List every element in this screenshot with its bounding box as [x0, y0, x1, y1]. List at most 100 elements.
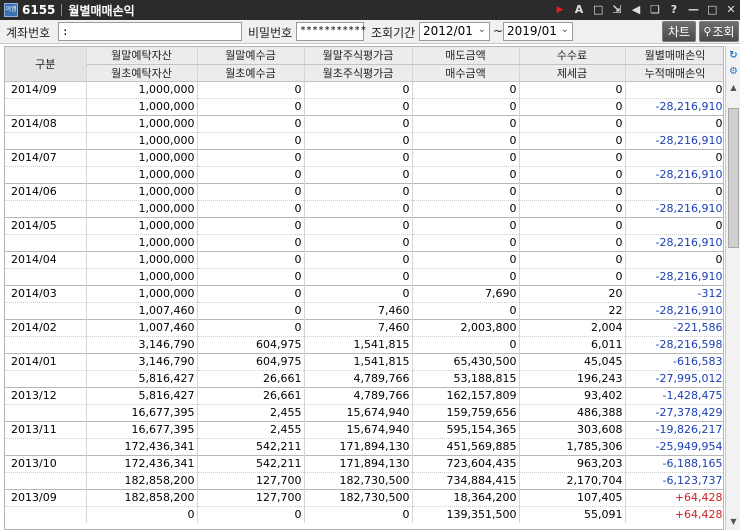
close-icon[interactable]: ✕ — [726, 0, 736, 20]
period-cell — [5, 301, 87, 319]
value-cell: 3,146,790 — [86, 335, 198, 353]
value-cell: 0 — [412, 233, 520, 251]
header-cell[interactable]: 누적매매손익 — [625, 64, 723, 82]
header-cell[interactable]: 매수금액 — [412, 64, 520, 82]
table-row[interactable]: 1,000,000 0 0 0 0 -28,216,910 — [5, 267, 723, 285]
period-cell: 2014/02 — [5, 318, 87, 336]
header-cell[interactable]: 월말예탁자산 — [86, 47, 198, 65]
vertical-scrollbar[interactable]: ↻ ⚙ ▲ ▼ — [725, 46, 740, 530]
header-cell[interactable]: 월별매매손익 — [625, 47, 723, 65]
value-cell: 53,188,815 — [412, 369, 520, 387]
value-cell: 1,000,000 — [86, 80, 198, 98]
header-cell[interactable]: 월초예탁자산 — [86, 64, 198, 82]
table-row[interactable]: 1,000,000 0 0 0 0 -28,216,910 — [5, 97, 723, 115]
pnl-cell: 0 — [625, 148, 723, 166]
value-cell: 1,541,815 — [304, 352, 413, 370]
table-row[interactable]: 2014/08 1,000,000 0 0 0 0 0 — [5, 114, 723, 132]
table-row[interactable]: 2014/03 1,000,000 0 0 7,690 20 -312 — [5, 284, 723, 302]
minimize-icon[interactable]: — — [688, 0, 699, 20]
period-cell — [5, 471, 87, 489]
refresh-icon[interactable]: ↻ — [727, 49, 740, 62]
account-label: 계좌번호 — [6, 26, 51, 40]
table-row[interactable]: 172,436,341 542,211 171,894,130 451,569,885… — [5, 437, 723, 455]
header-cell[interactable]: 월말예수금 — [197, 47, 305, 65]
header-cell[interactable]: 월초주식평가금 — [304, 64, 413, 82]
table-row[interactable]: 2014/04 1,000,000 0 0 0 0 0 — [5, 250, 723, 268]
first-icon[interactable]: ◀ — [631, 0, 641, 20]
value-cell: 159,759,656 — [412, 403, 520, 421]
scroll-up-icon[interactable]: ▲ — [727, 81, 740, 94]
play-icon[interactable]: ▶ — [555, 0, 565, 20]
font-icon[interactable]: A — [574, 0, 584, 20]
value-cell: 127,700 — [197, 488, 305, 506]
query-button[interactable]: ⚲ 조회 — [699, 21, 739, 42]
table-row[interactable]: 2014/09 1,000,000 0 0 0 0 0 — [5, 80, 723, 98]
value-cell: 0 — [412, 199, 520, 217]
header-cell[interactable]: 매도금액 — [412, 47, 520, 65]
table-row[interactable]: 2013/09 182,858,200 127,700 182,730,500 18,3… — [5, 488, 723, 506]
table-row[interactable]: 2014/05 1,000,000 0 0 0 0 0 — [5, 216, 723, 234]
value-cell: 0 — [304, 233, 413, 251]
password-value: *********** — [300, 25, 367, 36]
pnl-cell: -28,216,910 — [625, 97, 723, 115]
scroll-down-icon[interactable]: ▼ — [727, 516, 740, 528]
value-cell: 0 — [197, 301, 305, 319]
table-row[interactable]: 0 0 0 139,351,500 55,091 +64,428 — [5, 505, 723, 523]
pnl-cell: -28,216,910 — [625, 233, 723, 251]
table-row[interactable]: 5,816,427 26,661 4,789,766 53,188,815 196,24… — [5, 369, 723, 387]
header-cell[interactable]: 월초예수금 — [197, 64, 305, 82]
period-from-select[interactable]: 2012/01 ⌄ — [419, 22, 490, 41]
settings-icon[interactable]: ⚙ — [727, 65, 740, 78]
table-row[interactable]: 2013/11 16,677,395 2,455 15,674,940 595,154,… — [5, 420, 723, 438]
value-cell: 0 — [86, 505, 198, 523]
header-cell[interactable]: 월말주식평가금 — [304, 47, 413, 65]
maximize-icon[interactable]: □ — [707, 0, 717, 20]
table-row[interactable]: 2014/01 3,146,790 604,975 1,541,815 65,430,5… — [5, 352, 723, 370]
table-row[interactable]: 2014/06 1,000,000 0 0 0 0 0 — [5, 182, 723, 200]
header-cell[interactable]: 제세금 — [519, 64, 626, 82]
table-row[interactable]: 1,000,000 0 0 0 0 -28,216,910 — [5, 165, 723, 183]
period-cell — [5, 131, 87, 149]
period-to-select[interactable]: 2019/01 ⌄ — [503, 22, 573, 41]
help-icon[interactable]: ? — [669, 0, 679, 20]
period-cell: 2013/12 — [5, 386, 87, 404]
pnl-cell: -6,188,165 — [625, 454, 723, 472]
value-cell: 7,460 — [304, 301, 413, 319]
table-row[interactable]: 1,007,460 0 7,460 0 22 -28,216,910 — [5, 301, 723, 319]
account-input[interactable]: : — [58, 22, 242, 41]
value-cell: 0 — [197, 199, 305, 217]
value-cell: 18,364,200 — [412, 488, 520, 506]
value-cell: 542,211 — [197, 437, 305, 455]
table-row[interactable]: 3,146,790 604,975 1,541,815 0 6,011 -28,216,5… — [5, 335, 723, 353]
table-row[interactable]: 1,000,000 0 0 0 0 -28,216,910 — [5, 233, 723, 251]
value-cell: 0 — [519, 182, 626, 200]
header-gubun[interactable]: 구분 — [5, 47, 87, 82]
value-cell: 0 — [304, 131, 413, 149]
value-cell: 0 — [519, 165, 626, 183]
scroll-thumb[interactable] — [728, 108, 739, 248]
table-row[interactable]: 182,858,200 127,700 182,730,500 734,884,415… — [5, 471, 723, 489]
screen-link-icon[interactable]: □ — [593, 0, 603, 20]
table-row[interactable]: 2013/12 5,816,427 26,661 4,789,766 162,157,8… — [5, 386, 723, 404]
table-row[interactable]: 16,677,395 2,455 15,674,940 159,759,656 486,… — [5, 403, 723, 421]
value-cell: 2,003,800 — [412, 318, 520, 336]
pnl-cell: -19,826,217 — [625, 420, 723, 438]
search-icon: ⚲ — [703, 25, 712, 38]
window-controls: ▶ A □ ⇲ ◀ ❏ ? — □ ✕ — [555, 0, 736, 20]
value-cell: 196,243 — [519, 369, 626, 387]
table-row[interactable]: 1,000,000 0 0 0 0 -28,216,910 — [5, 199, 723, 217]
table-row[interactable]: 2014/07 1,000,000 0 0 0 0 0 — [5, 148, 723, 166]
copy-icon[interactable]: ❏ — [650, 0, 660, 20]
value-cell: 0 — [412, 216, 520, 234]
value-cell: 2,455 — [197, 403, 305, 421]
value-cell: 0 — [304, 148, 413, 166]
password-input[interactable]: *********** — [296, 22, 367, 41]
expand-icon[interactable]: ⇲ — [612, 0, 622, 20]
table-row[interactable]: 2013/10 172,436,341 542,211 171,894,130 723,… — [5, 454, 723, 472]
header-cell[interactable]: 수수료 — [519, 47, 626, 65]
value-cell: 127,700 — [197, 471, 305, 489]
table-row[interactable]: 2014/02 1,007,460 0 7,460 2,003,800 2,004 -221… — [5, 318, 723, 336]
table-row[interactable]: 1,000,000 0 0 0 0 -28,216,910 — [5, 131, 723, 149]
chart-button[interactable]: 차트 — [662, 21, 696, 42]
value-cell: 1,000,000 — [86, 165, 198, 183]
